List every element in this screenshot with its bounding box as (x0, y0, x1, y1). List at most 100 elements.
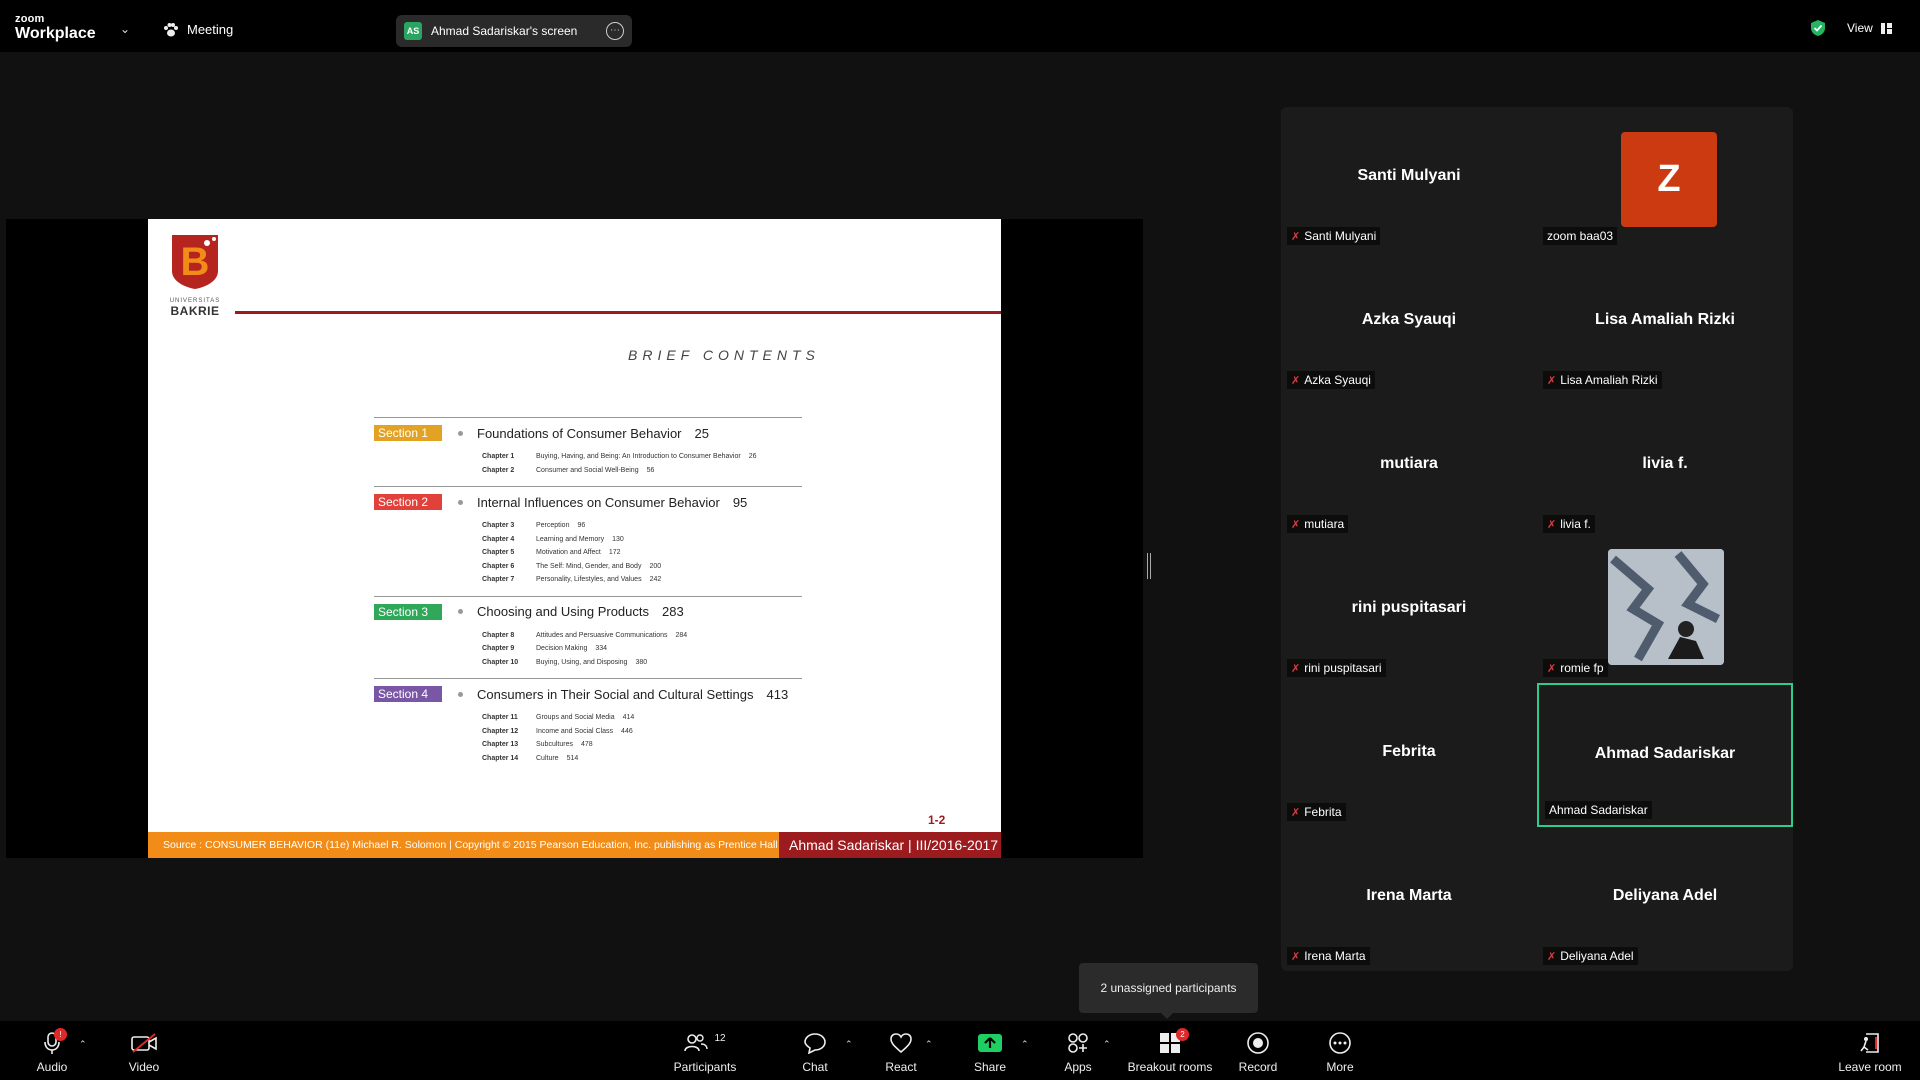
microphone-muted-icon: ✗ (1547, 518, 1557, 531)
chapter-title: Income and Social Class (536, 727, 614, 735)
participant-label-text: Febrita (1304, 805, 1342, 819)
chapter-title: Subcultures (536, 741, 573, 748)
participant-tile[interactable]: mutiara ✗ mutiara (1281, 395, 1537, 539)
sharer-avatar: AS (404, 22, 422, 40)
apps-button[interactable]: Apps (1063, 1031, 1093, 1074)
participant-name: Febrita (1382, 743, 1436, 760)
participant-tile[interactable]: Zzoom baa03 (1537, 107, 1793, 251)
chapter-page: 478 (580, 741, 593, 748)
participant-tile[interactable]: Azka Syauqi ✗ Azka Syauqi (1281, 251, 1537, 395)
slide-footer: Source : CONSUMER BEHAVIOR (11e) Michael… (148, 832, 1001, 858)
chat-icon (804, 1033, 826, 1054)
chapter-title: Groups and Social Media (536, 714, 615, 721)
section-page: 95 (732, 494, 748, 510)
zoom-logo[interactable]: zoom Workplace (15, 14, 96, 42)
chapter-row: Chapter 3 Perception 96 (482, 519, 802, 533)
section-page: 25 (694, 425, 709, 441)
chapter-row: Chapter 2 Consumer and Social Well-Being 5… (482, 464, 802, 478)
audio-caret-icon[interactable]: ⌃ (79, 1039, 87, 1050)
participant-label-text: Irena Marta (1304, 949, 1366, 963)
participant-label-text: Ahmad Sadariskar (1549, 803, 1648, 817)
participant-label-text: romie fp (1560, 661, 1604, 675)
screen-share-title: Ahmad Sadariskar's screen (431, 24, 578, 38)
chat-caret-icon[interactable]: ⌃ (845, 1039, 853, 1050)
apps-caret-icon[interactable]: ⌃ (1103, 1039, 1111, 1050)
chapter-page: 96 (577, 522, 586, 529)
video-button[interactable]: Video (126, 1031, 162, 1074)
share-caret-icon[interactable]: ⌃ (1021, 1039, 1029, 1050)
audio-button[interactable]: ! Audio (34, 1028, 70, 1074)
microphone-muted-icon: ✗ (1547, 662, 1557, 675)
chapter-page: 446 (621, 727, 633, 735)
record-label: Record (1238, 1060, 1278, 1074)
more-options-icon[interactable]: ⋯ (606, 22, 624, 40)
logo-name-text: BAKRIE (170, 304, 220, 318)
view-button[interactable]: View (1847, 21, 1892, 35)
chapter-number: Chapter 4 (482, 535, 515, 543)
participant-label: ✗ Azka Syauqi (1287, 371, 1375, 389)
participant-tile[interactable]: Lisa Amaliah Rizki ✗ Lisa Amaliah Rizki (1537, 251, 1793, 395)
chapter-title: The Self: Mind, Gender, and Body (536, 562, 642, 570)
chat-button[interactable]: Chat (800, 1031, 830, 1074)
participant-tile[interactable]: Deliyana Adel ✗ Deliyana Adel (1537, 827, 1793, 971)
chapter-page: 26 (748, 453, 757, 460)
react-caret-icon[interactable]: ⌃ (925, 1039, 933, 1050)
participants-icon (684, 1034, 709, 1052)
breakout-tooltip: 2 unassigned participants (1079, 963, 1258, 1019)
participant-label: ✗ Santi Mulyani (1287, 227, 1381, 245)
record-button[interactable]: Record (1238, 1031, 1278, 1074)
breakout-rooms-button[interactable]: 2 Breakout rooms (1124, 1028, 1216, 1074)
paw-icon (164, 22, 178, 36)
participant-label: zoom baa03 (1543, 227, 1618, 245)
participant-label-text: mutiara (1304, 517, 1345, 531)
chapter-number: Chapter 14 (482, 754, 519, 762)
more-button[interactable]: More (1322, 1031, 1358, 1074)
participant-tile[interactable]: Santi Mulyani ✗ Santi Mulyani (1281, 107, 1537, 251)
chapter-row: Chapter 14 Culture 514 (482, 752, 802, 766)
participant-name: Ahmad Sadariskar (1594, 745, 1736, 762)
bakrie-logo-icon: B (172, 235, 218, 289)
avatar (1608, 549, 1724, 665)
participant-name: rini puspitasari (1351, 599, 1467, 616)
leave-door-icon (1860, 1033, 1879, 1053)
participant-tile[interactable]: rini puspitasari ✗ rini puspitasari (1281, 539, 1537, 683)
section-title: Internal Influences on Consumer Behavior (477, 494, 720, 510)
section-block: Section 4 Consumers in Their Social and … (374, 678, 802, 774)
chapter-number: Chapter 6 (482, 562, 515, 570)
chapter-number: Chapter 3 (482, 522, 515, 529)
participants-button[interactable]: 12 Participants (672, 1031, 738, 1075)
meeting-toolbar: ! Audio ⌃ Video 12 Participants Chat ⌃ R… (0, 1021, 1920, 1080)
section-tag: Section 1 (374, 425, 442, 441)
chapter-row: Chapter 12 Income and Social Class 446 (482, 725, 802, 739)
footer-source: Source : CONSUMER BEHAVIOR (11e) Michael… (148, 832, 779, 858)
chapter-row: Chapter 11 Groups and Social Media 414 (482, 711, 802, 725)
participant-tile[interactable]: ✗ romie fp (1537, 539, 1793, 683)
microphone-muted-icon: ✗ (1291, 518, 1301, 531)
participant-tile[interactable]: livia f. ✗ livia f. (1537, 395, 1793, 539)
share-button[interactable]: Share (973, 1031, 1007, 1074)
leave-room-button[interactable]: Leave room (1838, 1031, 1902, 1074)
audio-label: Audio (36, 1060, 68, 1074)
meeting-menu[interactable]: Meeting (163, 22, 233, 37)
slide-number: 1-2 (928, 813, 946, 827)
security-shield-icon[interactable] (1810, 19, 1826, 37)
chapter-title: Attitudes and Persuasive Communications (536, 631, 668, 639)
participant-tile[interactable]: Ahmad Sadariskar Ahmad Sadariskar (1537, 683, 1793, 827)
microphone-muted-icon: ✗ (1291, 950, 1301, 963)
chapter-row: Chapter 8 Attitudes and Persuasive Commun… (482, 629, 802, 643)
chapter-number: Chapter 13 (482, 741, 519, 748)
participant-tile[interactable]: Irena Marta ✗ Irena Marta (1281, 827, 1537, 971)
participant-tile[interactable]: Febrita ✗ Febrita (1281, 683, 1537, 827)
participant-label: Ahmad Sadariskar (1545, 801, 1652, 819)
screen-share-pill[interactable]: AS Ahmad Sadariskar's screen ⋯ (396, 15, 632, 47)
grid-view-icon (1880, 22, 1892, 34)
chapter-row: Chapter 13 Subcultures 478 (482, 738, 802, 752)
chapter-number: Chapter 1 (482, 453, 515, 460)
chapter-row: Chapter 5 Motivation and Affect 172 (482, 546, 802, 560)
apps-icon (1068, 1033, 1088, 1053)
chevron-down-icon[interactable]: ⌄ (120, 22, 130, 36)
react-button[interactable]: React (884, 1031, 918, 1074)
chapter-list: Chapter 8 Attitudes and Persuasive Commun… (482, 629, 802, 670)
resize-handle[interactable] (1147, 553, 1151, 579)
brand-name-text: Workplace (15, 25, 96, 42)
